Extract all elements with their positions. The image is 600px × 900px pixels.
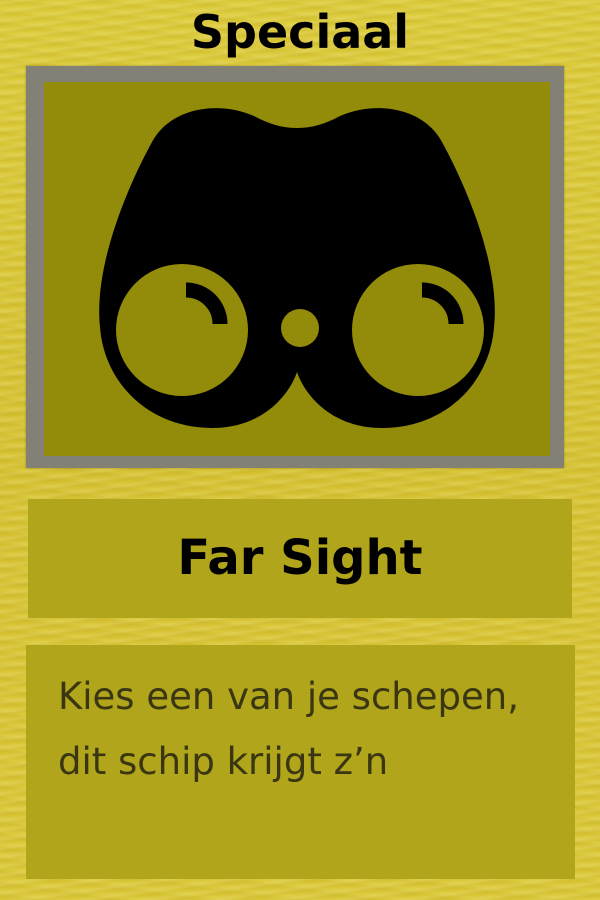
description-line: dit schip krijgt z’n	[58, 740, 389, 783]
card-art	[44, 82, 550, 456]
description-line: Kies een van je schepen,	[58, 675, 519, 718]
card-description-panel: Kies een van je schepen, dit schip krijg…	[26, 645, 575, 879]
card-name-panel: Far Sight	[28, 499, 572, 618]
card-art-frame	[26, 66, 564, 468]
card-name: Far Sight	[177, 530, 423, 586]
binoculars-icon	[99, 108, 495, 428]
card-category-title: Speciaal	[190, 5, 410, 59]
